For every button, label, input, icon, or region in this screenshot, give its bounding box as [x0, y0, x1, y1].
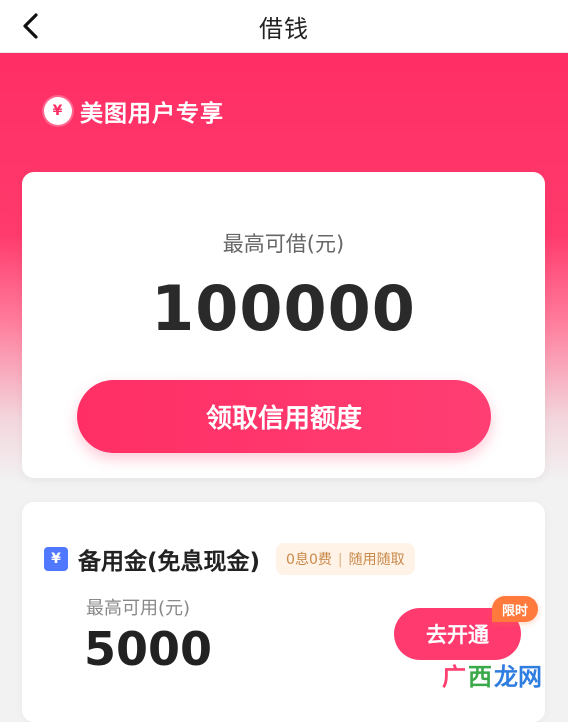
watermark-part-2: 西 [468, 663, 492, 691]
yen-badge-icon: ¥ [44, 547, 68, 571]
brand-banner: ¥ 美图用户专享 [44, 94, 224, 128]
claim-credit-button[interactable]: 领取信用额度 [77, 380, 491, 453]
available-label: 最高可用(元) [86, 598, 191, 619]
fund-tag-usage: 随用随取 [348, 552, 405, 568]
site-watermark: 广 西 龙网 [442, 657, 542, 692]
page-title: 借钱 [259, 14, 309, 43]
limit-amount: 100000 [151, 272, 416, 345]
credit-limit-card: 最高可借(元) 100000 领取信用额度 [22, 172, 545, 478]
yen-coin-icon: ¥ [44, 97, 72, 125]
available-amount: 5000 [84, 622, 213, 676]
limited-time-badge: 限时 [492, 596, 538, 622]
watermark-part-1: 广 [442, 663, 466, 691]
fund-tag-fee: 0息0费 [286, 552, 332, 568]
back-button[interactable] [14, 10, 46, 42]
fund-tag: 0息0费 | 随用随取 [276, 543, 415, 575]
brand-label: 美图用户专享 [80, 101, 224, 127]
chevron-left-icon [23, 13, 38, 39]
fund-title: 备用金(免息现金) [78, 549, 261, 575]
watermark-part-3: 龙网 [494, 663, 542, 691]
fund-header: ¥ 备用金(免息现金) 0息0费 | 随用随取 [44, 542, 415, 576]
top-bar: 借钱 [0, 0, 568, 53]
tag-separator: | [337, 552, 343, 568]
limit-label: 最高可借(元) [222, 232, 345, 256]
